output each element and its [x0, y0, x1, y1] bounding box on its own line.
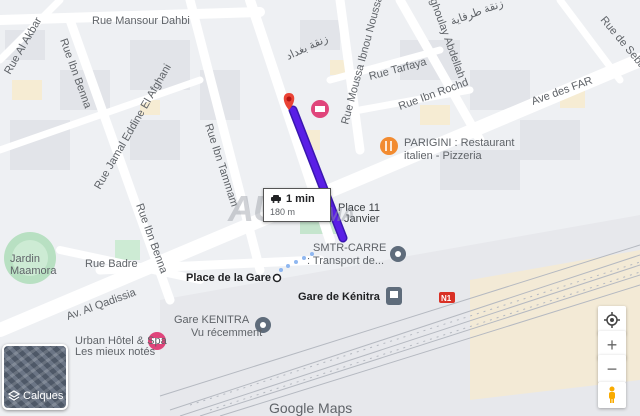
place-label: italien - Pizzeria	[404, 150, 483, 162]
travel-time-callout[interactable]: 1 min 180 m	[263, 188, 331, 222]
pegman-icon	[609, 386, 615, 403]
travel-distance: 180 m	[270, 207, 296, 217]
zoom-out-button[interactable]: −	[598, 355, 626, 383]
place-label[interactable]: Place de la Gare	[186, 272, 271, 284]
place-sublabel: Les mieux notés	[75, 346, 156, 358]
layers-label: Calques	[23, 390, 64, 402]
map-canvas[interactable]: Rue Mansour Dahbi Rue Al Akbar Rue Ibn B…	[0, 0, 640, 416]
layers-button[interactable]: Calques	[2, 344, 68, 410]
street-label: Rue Badre	[85, 258, 138, 270]
street-label: Rue Mansour Dahbi	[92, 15, 190, 27]
place-label[interactable]: PARIGINI : Restaurant	[404, 137, 514, 149]
layers-icon	[8, 390, 20, 401]
my-location-button[interactable]	[598, 306, 626, 334]
street-view-pegman[interactable]	[598, 382, 626, 408]
place-label[interactable]: Gare de Kénitra	[298, 291, 381, 303]
place-sublabel: Vu récemment	[191, 327, 262, 339]
highway-badge: N1	[441, 294, 452, 303]
place-label: : Transport de...	[307, 255, 384, 267]
google-logo: Google Maps	[269, 400, 353, 416]
car-icon	[271, 195, 281, 203]
crosshair-icon	[604, 312, 620, 328]
travel-duration: 1 min	[286, 193, 315, 205]
place-label[interactable]: SMTR-CARRE	[313, 242, 386, 254]
place-label[interactable]: Gare KENITRA	[174, 314, 250, 326]
